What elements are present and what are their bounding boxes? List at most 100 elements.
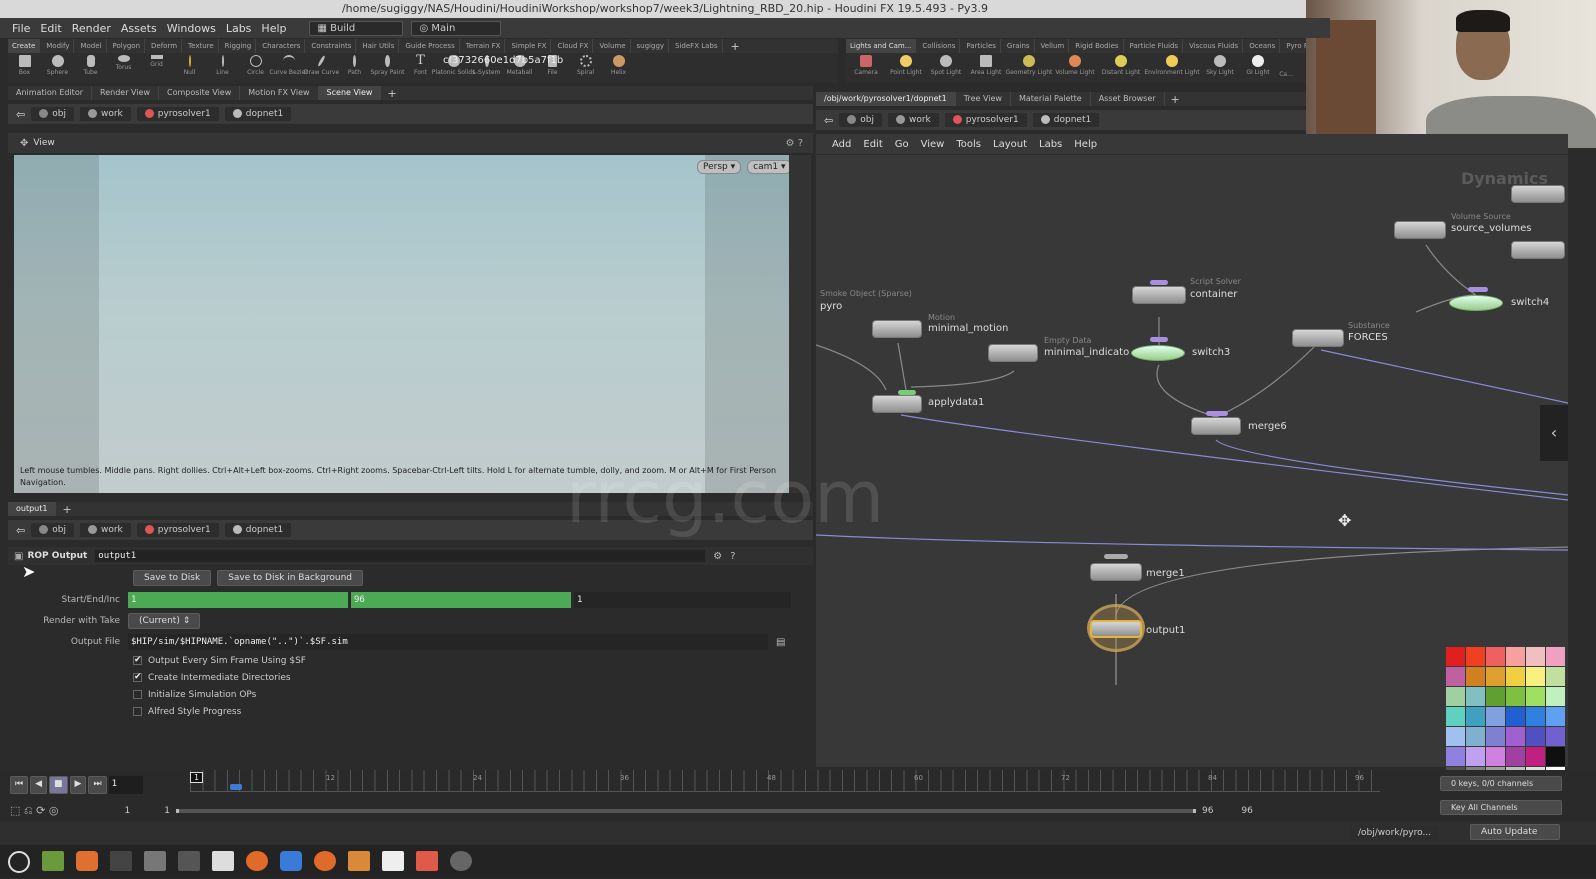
network-editor[interactable]: Dynamics Smoke Object (Sparse) pyro Moti… [566,155,1568,786]
app-icon[interactable] [450,851,472,871]
tab-material-palette[interactable]: Material Palette [1011,92,1091,106]
color-swatch[interactable] [1546,687,1565,706]
node-upper-right[interactable] [1511,185,1565,203]
tool-spot-light[interactable]: Spot Light [926,53,966,83]
node-right[interactable] [1511,241,1565,259]
app-icon[interactable] [280,851,302,871]
color-swatch[interactable] [1506,707,1525,726]
color-swatch[interactable] [1486,747,1505,766]
shelf-tab-lights[interactable]: Lights and Cam... [846,39,917,53]
houdini-icon[interactable] [314,851,336,871]
current-frame-field[interactable]: 1 [108,776,143,794]
node-minimal-indicator[interactable] [988,344,1038,362]
add-tab-icon[interactable]: + [62,503,71,516]
add-tab-icon[interactable]: + [387,87,396,100]
shelf-tab[interactable]: Texture [184,39,219,53]
tool-distant-light[interactable]: Distant Light [1098,53,1144,83]
menu-edit[interactable]: Edit [36,22,65,35]
net-menu-help[interactable]: Help [1074,139,1097,150]
output-file-field[interactable]: $HIP/sim/$HIPNAME.`opname("..")`.$SF.sim [128,634,768,650]
tool-line[interactable]: Line [206,53,239,83]
camera-menu[interactable]: cam1 ▾ [747,160,792,174]
auto-update-dropdown[interactable]: Auto Update [1470,824,1560,840]
node-switch4[interactable] [1449,295,1503,311]
color-swatch[interactable] [1546,707,1565,726]
tool-gi-light[interactable]: GI Light [1240,53,1276,83]
color-swatch[interactable] [1466,747,1485,766]
tool-curve-bezier[interactable]: Curve Bezier [269,53,308,83]
color-swatch[interactable] [1466,667,1485,686]
crumb-obj[interactable]: obj [839,113,882,127]
frame-ruler[interactable]: 1 12 24 36 48 60 72 84 96 [190,770,1380,792]
range-sub[interactable]: 1 [164,806,170,816]
add-shelf-icon[interactable]: + [731,40,740,53]
step-back-icon[interactable]: ◀ [30,776,48,794]
shelf-tab[interactable]: Constraints [307,39,357,53]
checkbox[interactable]: ✔ [133,673,142,682]
save-to-disk-bg-button[interactable]: Save to Disk in Background [217,570,363,586]
range-tool-icons[interactable]: ⬚ ⎌ ⟳ ◎ [10,804,59,818]
add-tab-icon[interactable]: + [1171,93,1180,106]
menu-assets[interactable]: Assets [117,22,161,35]
tool-area-light[interactable]: Area Light [966,53,1006,83]
keys-channels-dropdown[interactable]: 0 keys, 0/0 channels [1440,776,1562,791]
shelf-tab[interactable]: Particle Fluids [1126,39,1184,53]
stop-icon[interactable]: ■ [49,776,68,794]
shelf-tab[interactable]: Viscous Fluids [1185,39,1244,53]
shelf-tab[interactable]: Modify [42,39,75,53]
shelf-tab[interactable]: Deform [147,39,183,53]
range-end2[interactable]: 96 [1241,806,1252,816]
crumb-work[interactable]: work [887,113,939,127]
tab-scene-view[interactable]: Scene View [318,86,382,100]
tool-point-light[interactable]: Point Light [886,53,926,83]
color-swatch[interactable] [1446,687,1465,706]
color-swatch[interactable] [1486,727,1505,746]
color-swatch[interactable] [1446,667,1465,686]
color-swatch[interactable] [1526,687,1545,706]
crumb-obj[interactable]: obj [31,523,74,537]
net-menu-go[interactable]: Go [895,139,909,150]
take-dropdown[interactable]: (Current) ⇕ [128,613,200,629]
node-forces[interactable] [1292,329,1344,347]
shelf-tab[interactable]: Volume [595,39,631,53]
color-swatch[interactable] [1466,647,1485,666]
color-swatch[interactable] [1446,747,1465,766]
browser-icon[interactable] [76,851,98,871]
tool-path[interactable]: Path [338,53,371,83]
check-init-sim-ops[interactable]: Initialize Simulation OPs [133,687,306,704]
node-merge6[interactable] [1191,417,1241,435]
net-menu-add[interactable]: Add [832,139,851,150]
shelf-tab[interactable]: Rigid Bodies [1071,39,1124,53]
app-icon[interactable] [416,851,438,871]
tab-network-path[interactable]: /obj/work/pyrosolver1/dopnet1 [816,92,956,106]
app-icon[interactable] [178,851,200,871]
checkbox[interactable] [133,707,142,716]
rop-name-field[interactable]: output1 [95,550,706,562]
play-icon[interactable]: ▶ [69,776,87,794]
scene-viewport[interactable] [14,155,789,493]
shelf-tab[interactable]: Characters [258,39,306,53]
color-swatch[interactable] [1446,647,1465,666]
gear-icon[interactable]: ⚙ [713,551,722,562]
node-output1[interactable] [1090,620,1142,638]
net-menu-edit[interactable]: Edit [863,139,882,150]
node-merge1[interactable] [1090,563,1142,581]
status-path[interactable]: /obj/work/pyro... [1350,826,1440,840]
range-slider[interactable] [175,809,1196,813]
start-field[interactable]: 1 [128,592,348,608]
color-swatch[interactable] [1506,667,1525,686]
color-swatch[interactable] [1446,707,1465,726]
node-source-volumes[interactable] [1394,221,1446,239]
jump-end-icon[interactable]: ⏭ [88,776,107,794]
menu-help[interactable]: Help [257,22,290,35]
node-applydata1[interactable] [872,395,922,413]
tab-output1[interactable]: output1 [8,502,57,516]
tool-sphere[interactable]: Sphere [41,53,74,83]
tool-tube[interactable]: Tube [74,53,107,83]
tool-environment-light[interactable]: Environment Light [1144,53,1200,83]
tool-null[interactable]: Null [173,53,206,83]
tool-draw-curve[interactable]: Draw Curve [304,53,339,83]
color-swatch[interactable] [1526,667,1545,686]
desktop-dropdown[interactable]: ▦ Build [308,20,403,36]
houdini-icon[interactable] [246,851,268,871]
